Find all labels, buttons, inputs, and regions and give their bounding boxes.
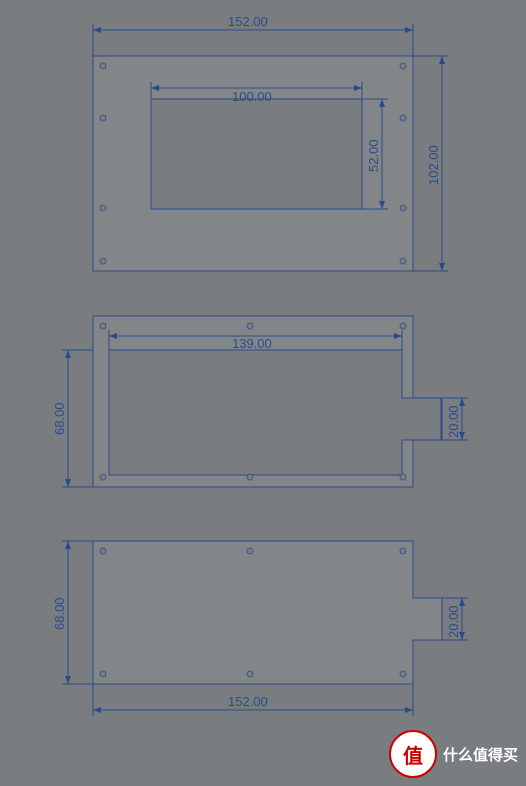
watermark-text: 什么值得买: [443, 744, 518, 765]
drawing-canvas: 152.00 100.00 102.00 52.00 139.00 68.00 …: [0, 0, 526, 786]
dim-p1-width: 152.00: [228, 14, 268, 29]
dim-p3-notch: 20.00: [446, 605, 461, 638]
part-2: 139.00 68.00 20.00: [52, 316, 468, 487]
dim-p2-height: 68.00: [52, 402, 67, 435]
part-3: 68.00 20.00 152.00: [52, 541, 468, 716]
dim-p2-notch: 20.00: [446, 405, 461, 438]
watermark: 值 什么值得买: [389, 730, 518, 778]
watermark-logo: 值: [389, 730, 437, 778]
dim-p1-height: 102.00: [426, 145, 441, 185]
part-1: 152.00 100.00 102.00 52.00: [93, 14, 448, 271]
dim-p1-inner-h: 52.00: [366, 139, 381, 172]
dim-p1-inner-w: 100.00: [232, 89, 272, 104]
cad-drawing: 152.00 100.00 102.00 52.00 139.00 68.00 …: [0, 0, 526, 786]
dim-p3-height: 68.00: [52, 597, 67, 630]
dim-p2-inner-w: 139.00: [232, 336, 272, 351]
dim-p3-width: 152.00: [228, 694, 268, 709]
